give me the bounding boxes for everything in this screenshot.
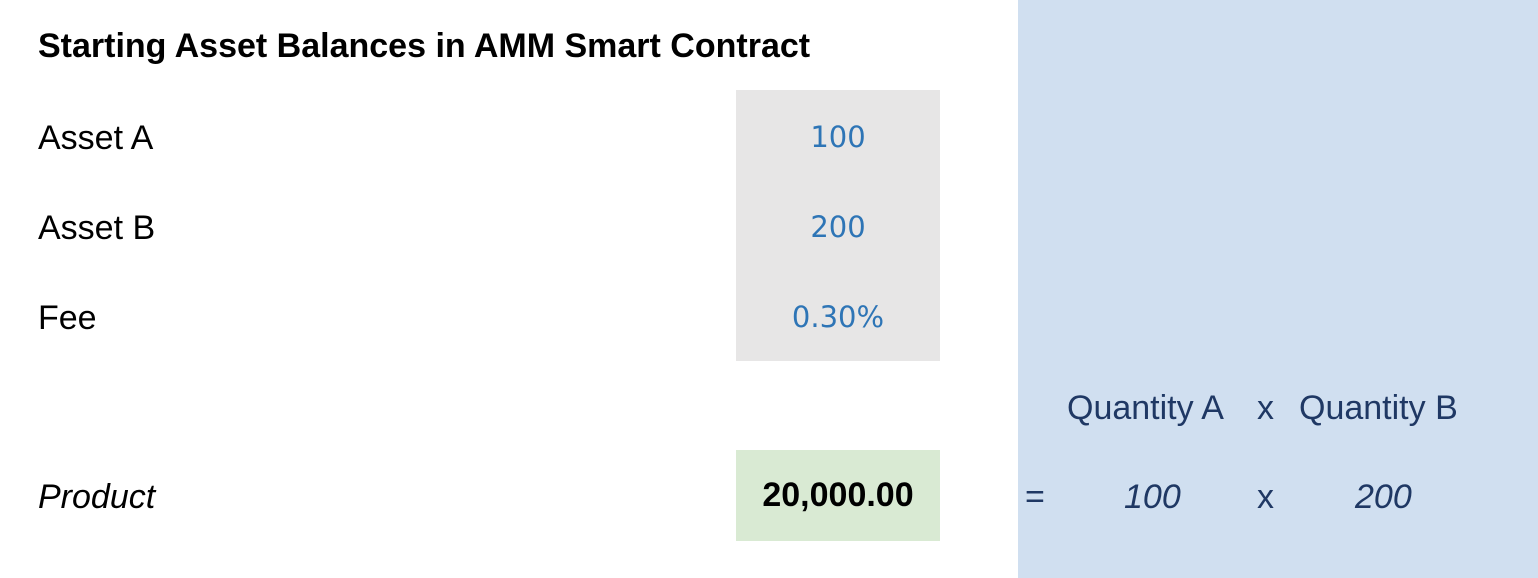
equals-sign: =: [1025, 478, 1045, 516]
quantity-a-value: 100: [1124, 478, 1181, 516]
multiply-sign: x: [1257, 478, 1274, 516]
product-label: Product: [38, 478, 156, 516]
asset-b-input-cell[interactable]: 200: [736, 210, 940, 244]
asset-b-label: Asset B: [38, 209, 156, 247]
asset-a-input-cell[interactable]: 100: [736, 120, 940, 154]
product-value: 20,000.00: [762, 476, 914, 514]
asset-a-label: Asset A: [38, 119, 154, 157]
formula-panel: [1018, 0, 1538, 578]
sheet-title: Starting Asset Balances in AMM Smart Con…: [38, 27, 811, 65]
fee-label: Fee: [38, 299, 97, 337]
quantity-b-value: 200: [1355, 478, 1412, 516]
fee-input-cell[interactable]: 0.30%: [736, 300, 940, 334]
quantity-b-header: Quantity B: [1299, 389, 1458, 427]
quantity-a-header: Quantity A: [1067, 389, 1224, 427]
multiply-header: x: [1257, 389, 1274, 427]
